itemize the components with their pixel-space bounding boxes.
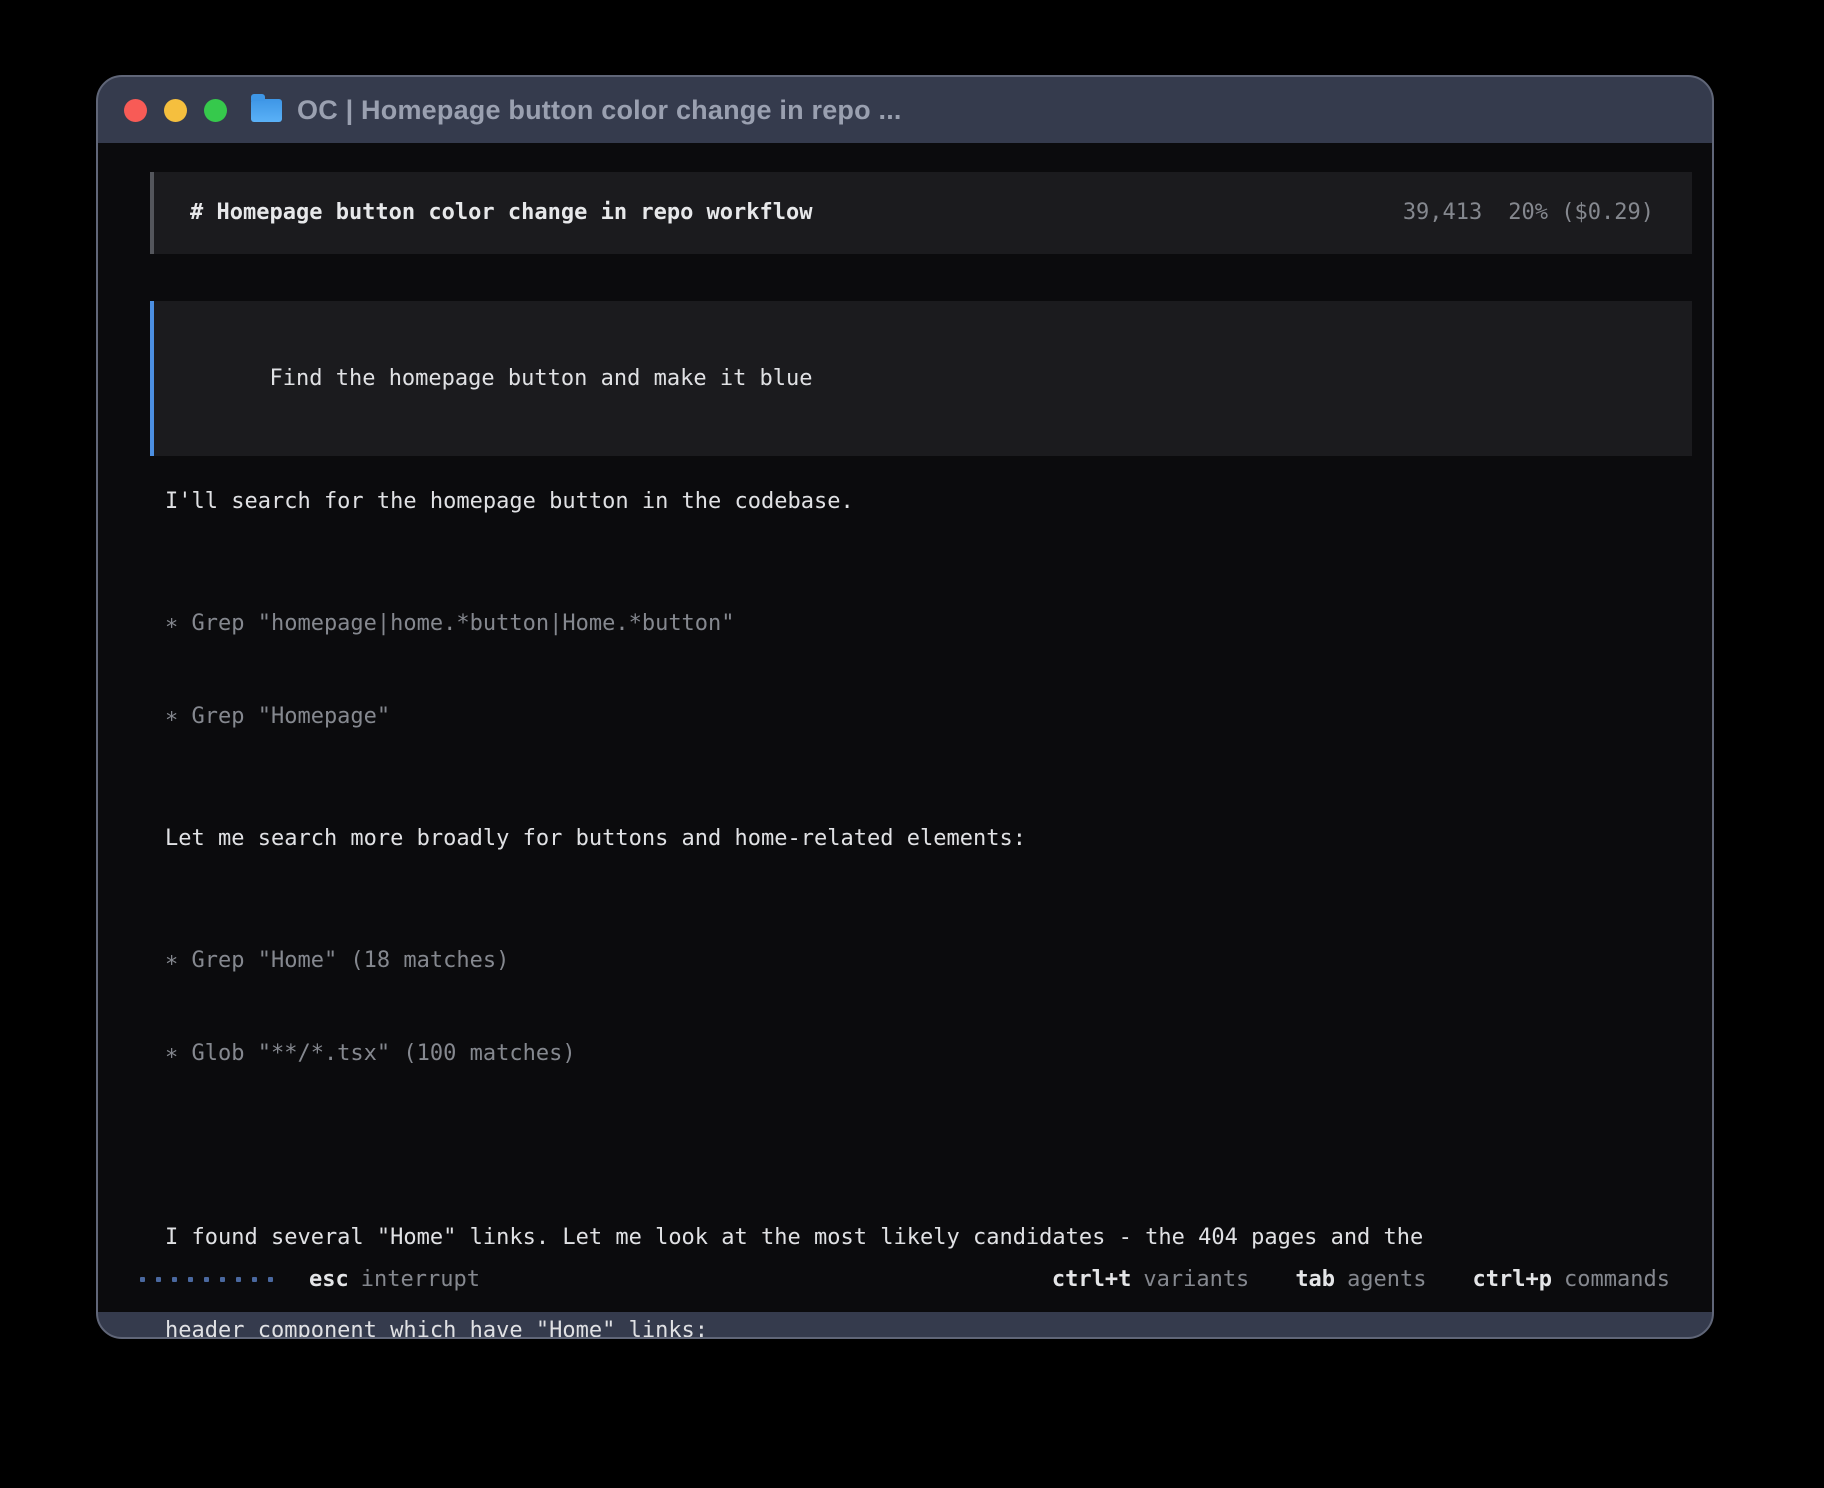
- commands-hint: ctrl+p commands: [1473, 1267, 1670, 1292]
- traffic-lights: [124, 99, 227, 122]
- spinner-dot: [188, 1277, 193, 1282]
- interrupt-hint: esc interrupt: [309, 1267, 480, 1292]
- spinner-dot: [236, 1277, 241, 1282]
- tool-call-grep: ∗ Grep "Homepage": [165, 701, 1672, 732]
- minimize-button[interactable]: [164, 99, 187, 122]
- spinner-dot: [252, 1277, 257, 1282]
- assistant-text: I found several "Home" links. Let me loo…: [165, 1160, 1672, 1339]
- spinner-dot: [156, 1277, 161, 1282]
- assistant-text: Let me search more broadly for buttons a…: [165, 823, 1672, 854]
- tool-call-glob: ∗ Glob "**/*.tsx" (100 matches): [165, 1038, 1672, 1069]
- shortcut-hints: ctrl+t variants tab agents ctrl+p commands: [1052, 1267, 1670, 1292]
- tool-call-group: ∗ Grep "homepage|home.*button|Home.*butt…: [165, 546, 1672, 794]
- spinner-dot: [140, 1277, 145, 1282]
- assistant-transcript: I'll search for the homepage button in t…: [165, 486, 1672, 1339]
- agents-hint: tab agents: [1295, 1267, 1426, 1292]
- ctrl-p-key-label: ctrl+p: [1473, 1267, 1552, 1292]
- assistant-text: I'll search for the homepage button in t…: [165, 486, 1672, 517]
- esc-key-label: esc: [309, 1267, 349, 1292]
- spinner-dot: [172, 1277, 177, 1282]
- session-header: # Homepage button color change in repo w…: [150, 172, 1692, 254]
- spinner-dot: [268, 1277, 273, 1282]
- folder-icon: [251, 99, 282, 122]
- close-button[interactable]: [124, 99, 147, 122]
- user-message-text: Find the homepage button and make it blu…: [269, 366, 812, 391]
- interrupt-label: interrupt: [361, 1267, 480, 1292]
- context-usage: 20% ($0.29): [1508, 200, 1654, 226]
- terminal-content: # Homepage button color change in repo w…: [98, 143, 1712, 1312]
- titlebar[interactable]: OC | Homepage button color change in rep…: [98, 77, 1712, 143]
- tool-call-grep: ∗ Grep "homepage|home.*button|Home.*butt…: [165, 608, 1672, 639]
- ctrl-t-key-label: ctrl+t: [1052, 1267, 1131, 1292]
- tool-call-group: ∗ Grep "Home" (18 matches) ∗ Glob "**/*.…: [165, 883, 1672, 1131]
- session-title: # Homepage button color change in repo w…: [190, 200, 813, 226]
- terminal-window: OC | Homepage button color change in rep…: [96, 75, 1714, 1339]
- spinner-dots: [140, 1277, 273, 1282]
- variants-label: variants: [1143, 1267, 1249, 1292]
- window-title: OC | Homepage button color change in rep…: [297, 95, 902, 126]
- tab-key-label: tab: [1295, 1267, 1335, 1292]
- token-count: 39,413: [1403, 200, 1482, 226]
- spinner-dot: [204, 1277, 209, 1282]
- zoom-button[interactable]: [204, 99, 227, 122]
- commands-label: commands: [1564, 1267, 1670, 1292]
- agents-label: agents: [1347, 1267, 1426, 1292]
- spinner-dot: [220, 1277, 225, 1282]
- status-bar: esc interrupt ctrl+t variants tab agents ct…: [98, 1254, 1712, 1312]
- user-message: Find the homepage button and make it blu…: [150, 301, 1692, 456]
- session-stats: 39,413 20% ($0.29): [1403, 200, 1654, 226]
- variants-hint: ctrl+t variants: [1052, 1267, 1249, 1292]
- tool-call-grep: ∗ Grep "Home" (18 matches): [165, 945, 1672, 976]
